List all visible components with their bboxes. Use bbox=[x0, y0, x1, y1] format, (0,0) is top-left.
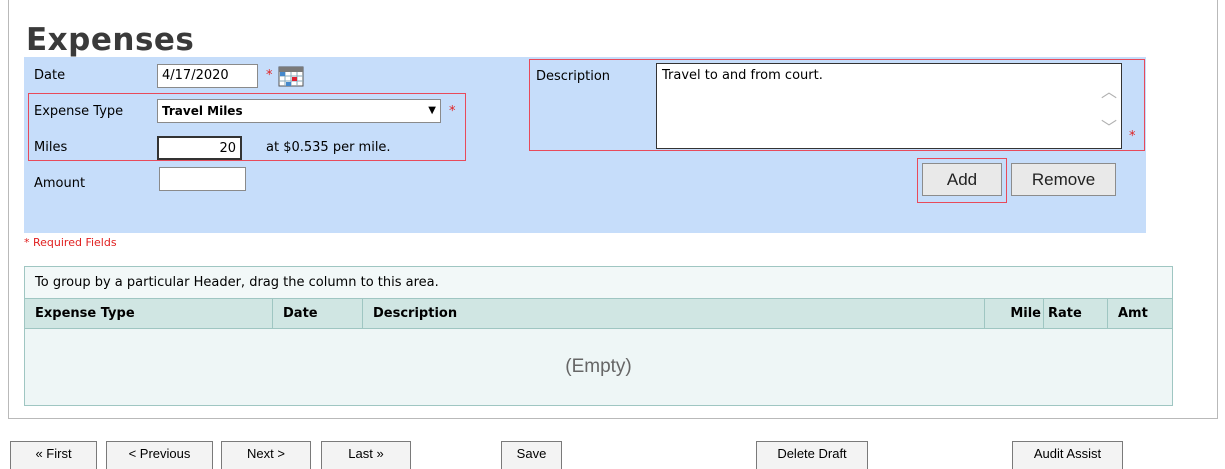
column-header-rate[interactable]: Rate bbox=[1044, 299, 1108, 328]
add-button[interactable]: Add bbox=[922, 163, 1002, 196]
scroll-up-icon[interactable]: ︿ bbox=[1101, 84, 1117, 100]
column-header-expense-type[interactable]: Expense Type bbox=[25, 299, 273, 328]
scroll-down-icon[interactable]: ﹀ bbox=[1101, 120, 1117, 136]
description-label: Description bbox=[536, 69, 611, 84]
audit-assist-button[interactable]: Audit Assist bbox=[1012, 441, 1123, 469]
required-fields-note: * Required Fields bbox=[24, 236, 117, 249]
column-header-date[interactable]: Date bbox=[273, 299, 363, 328]
expense-type-required-star: * bbox=[449, 104, 456, 119]
previous-button[interactable]: < Previous bbox=[106, 441, 213, 469]
calendar-icon[interactable] bbox=[278, 63, 304, 87]
delete-draft-button[interactable]: Delete Draft bbox=[756, 441, 868, 469]
dropdown-arrow-icon[interactable]: ▼ bbox=[428, 100, 436, 122]
expense-type-label: Expense Type bbox=[34, 104, 124, 119]
description-text: Travel to and from court. bbox=[662, 68, 823, 83]
description-textarea[interactable]: Travel to and from court. ︿ ﹀ bbox=[656, 63, 1122, 149]
miles-rate-text: at $0.535 per mile. bbox=[266, 140, 391, 155]
amount-label: Amount bbox=[34, 176, 86, 191]
column-header-description[interactable]: Description bbox=[363, 299, 985, 328]
date-label: Date bbox=[34, 68, 66, 83]
date-input[interactable]: 4/17/2020 bbox=[157, 64, 258, 88]
grid-empty-message: (Empty) bbox=[565, 356, 632, 377]
expense-type-selected-value: Travel Miles bbox=[162, 104, 243, 118]
page-title: Expenses bbox=[26, 22, 195, 58]
next-button[interactable]: Next > bbox=[221, 441, 311, 469]
amount-input[interactable] bbox=[159, 167, 246, 191]
miles-input[interactable]: 20 bbox=[157, 136, 242, 160]
first-button[interactable]: « First bbox=[10, 441, 97, 469]
expense-form-panel: Date 4/17/2020 * Expense Type Travel Mil… bbox=[24, 57, 1146, 233]
grid-header: Expense Type Date Description Mile Rate … bbox=[25, 299, 1172, 329]
column-header-mile[interactable]: Mile bbox=[985, 299, 1044, 328]
miles-label: Miles bbox=[34, 140, 68, 155]
date-required-star: * bbox=[266, 68, 273, 83]
description-required-star: * bbox=[1129, 129, 1136, 144]
column-header-amt[interactable]: Amt bbox=[1108, 299, 1172, 328]
save-button[interactable]: Save bbox=[501, 441, 562, 469]
expense-type-select[interactable]: Travel Miles ▼ bbox=[157, 99, 441, 123]
last-button[interactable]: Last » bbox=[321, 441, 411, 469]
remove-button[interactable]: Remove bbox=[1011, 163, 1116, 196]
expenses-grid: To group by a particular Header, drag th… bbox=[24, 266, 1173, 406]
group-by-area[interactable]: To group by a particular Header, drag th… bbox=[25, 267, 1172, 299]
